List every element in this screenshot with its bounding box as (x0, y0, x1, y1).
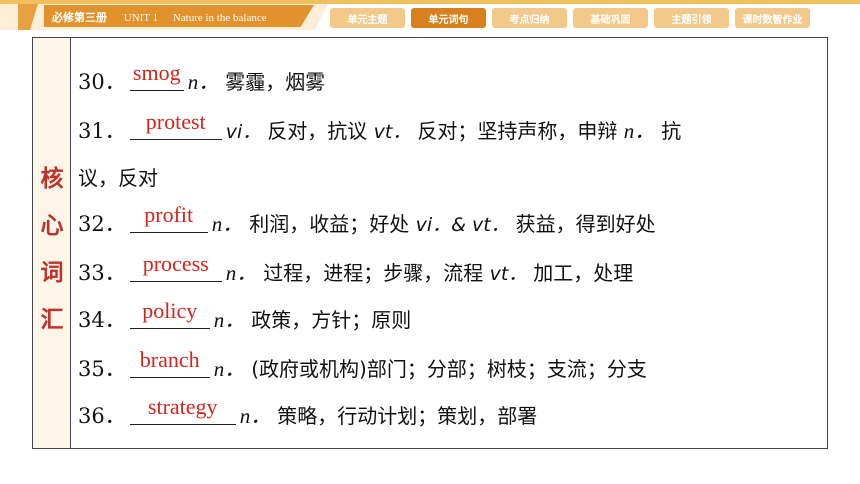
answer-word: strategy (147, 394, 218, 419)
answer-blank: profit (129, 204, 208, 233)
header-stripe (0, 0, 860, 4)
definition-continuation: 议，反对 (78, 166, 158, 190)
entry-row: 35． branch n． (政府或机构)部门；分部；树枝；支流；分支 (78, 349, 647, 383)
part-of-speech: n． (225, 261, 258, 285)
definition: 反对，抗议 (267, 119, 374, 143)
entry-number: 30． (78, 70, 126, 94)
definition: 政策，方针；原则 (251, 308, 412, 332)
vocabulary-panel: 核心词汇 30． smog n． 雾霾，烟雾 31． protest vi． 反对，抗议 v… (32, 37, 828, 449)
part-of-speech: n． (623, 119, 656, 143)
part-of-speech: vt． (489, 263, 528, 285)
answer-blank: protest (129, 111, 222, 140)
entry-row: 36． strategy n． 策略，行动计划；策划，部署 (78, 396, 538, 430)
entry-number: 34． (78, 308, 126, 332)
part-of-speech: n． (239, 404, 272, 428)
definition: 利润，收益；好处 (249, 212, 416, 236)
definition: 获益，得到好处 (515, 212, 656, 236)
side-column: 核心词汇 (33, 38, 71, 448)
definition: 策略，行动计划；策划，部署 (277, 404, 538, 428)
part-of-speech: vi． (225, 121, 262, 143)
part-of-speech: vi．& vt． (415, 214, 510, 236)
definition: (政府或机构)部门；分部；树枝；支流；分支 (251, 357, 647, 381)
tab-basic-practice[interactable]: 基础巩固 (573, 8, 648, 28)
side-label-char: 汇 (40, 307, 64, 333)
side-label-char: 心 (40, 213, 64, 239)
tab-homework[interactable]: 课时数智作业 (735, 8, 810, 28)
entry-number: 36． (78, 404, 126, 428)
part-of-speech: n． (213, 308, 246, 332)
tab-theme-guide[interactable]: 主题引领 (654, 8, 729, 28)
side-label-char: 词 (40, 260, 64, 286)
entry-number: 32． (78, 212, 126, 236)
entry-number: 31． (78, 119, 126, 143)
side-label-char: 核 (40, 166, 64, 192)
answer-word: branch (139, 347, 200, 372)
header-title: 必修第三册 UNIT 1 Nature in the balance (52, 9, 267, 25)
tab-unit-theme[interactable]: 单元主题 (330, 8, 405, 28)
unit-number: UNIT 1 (123, 12, 159, 24)
entry-number: 33． (78, 261, 126, 285)
answer-word: process (142, 251, 209, 276)
answer-blank: policy (129, 300, 210, 329)
part-of-speech: vt． (373, 121, 412, 143)
entry-number: 35． (78, 357, 126, 381)
entry-continuation: 议，反对 (78, 162, 158, 191)
entry-row: 30． smog n． 雾霾，烟雾 (78, 62, 326, 96)
entry-row: 34． policy n． 政策，方针；原则 (78, 300, 412, 334)
unit-title: Nature in the balance (172, 12, 267, 24)
definition: 反对；坚持声称，申辩 (417, 119, 624, 143)
answer-blank: process (129, 253, 222, 282)
section-tabs: 单元主题 单元词句 考点归纳 基础巩固 主题引领 课时数智作业 (330, 8, 810, 28)
tab-unit-vocabulary[interactable]: 单元词句 (411, 8, 486, 28)
entry-row: 31． protest vi． 反对，抗议 vt． 反对；坚持声称，申辩 n．抗 (78, 111, 682, 145)
definition: 雾霾，烟雾 (225, 70, 326, 94)
answer-blank: branch (129, 349, 210, 378)
side-label: 核心词汇 (33, 156, 71, 344)
definition: 抗 (661, 119, 682, 143)
answer-word: protest (145, 109, 206, 134)
part-of-speech: n． (213, 357, 246, 381)
answer-blank: strategy (129, 396, 236, 425)
answer-blank: smog (129, 62, 184, 91)
entry-row: 32． profit n． 利润，收益；好处 vi．& vt． 获益，得到好处 (78, 204, 656, 238)
answer-word: smog (132, 60, 181, 85)
tab-key-points[interactable]: 考点归纳 (492, 8, 567, 28)
answer-word: profit (144, 202, 194, 227)
definition: 过程，进程；步骤，流程 (263, 261, 490, 285)
book-name: 必修第三册 (52, 11, 107, 24)
entry-row: 33． process n． 过程，进程；步骤，流程 vt． 加工，处理 (78, 253, 634, 287)
part-of-speech: n． (187, 70, 220, 94)
part-of-speech: n． (211, 212, 244, 236)
definition: 加工，处理 (533, 261, 634, 285)
answer-word: policy (142, 298, 198, 323)
